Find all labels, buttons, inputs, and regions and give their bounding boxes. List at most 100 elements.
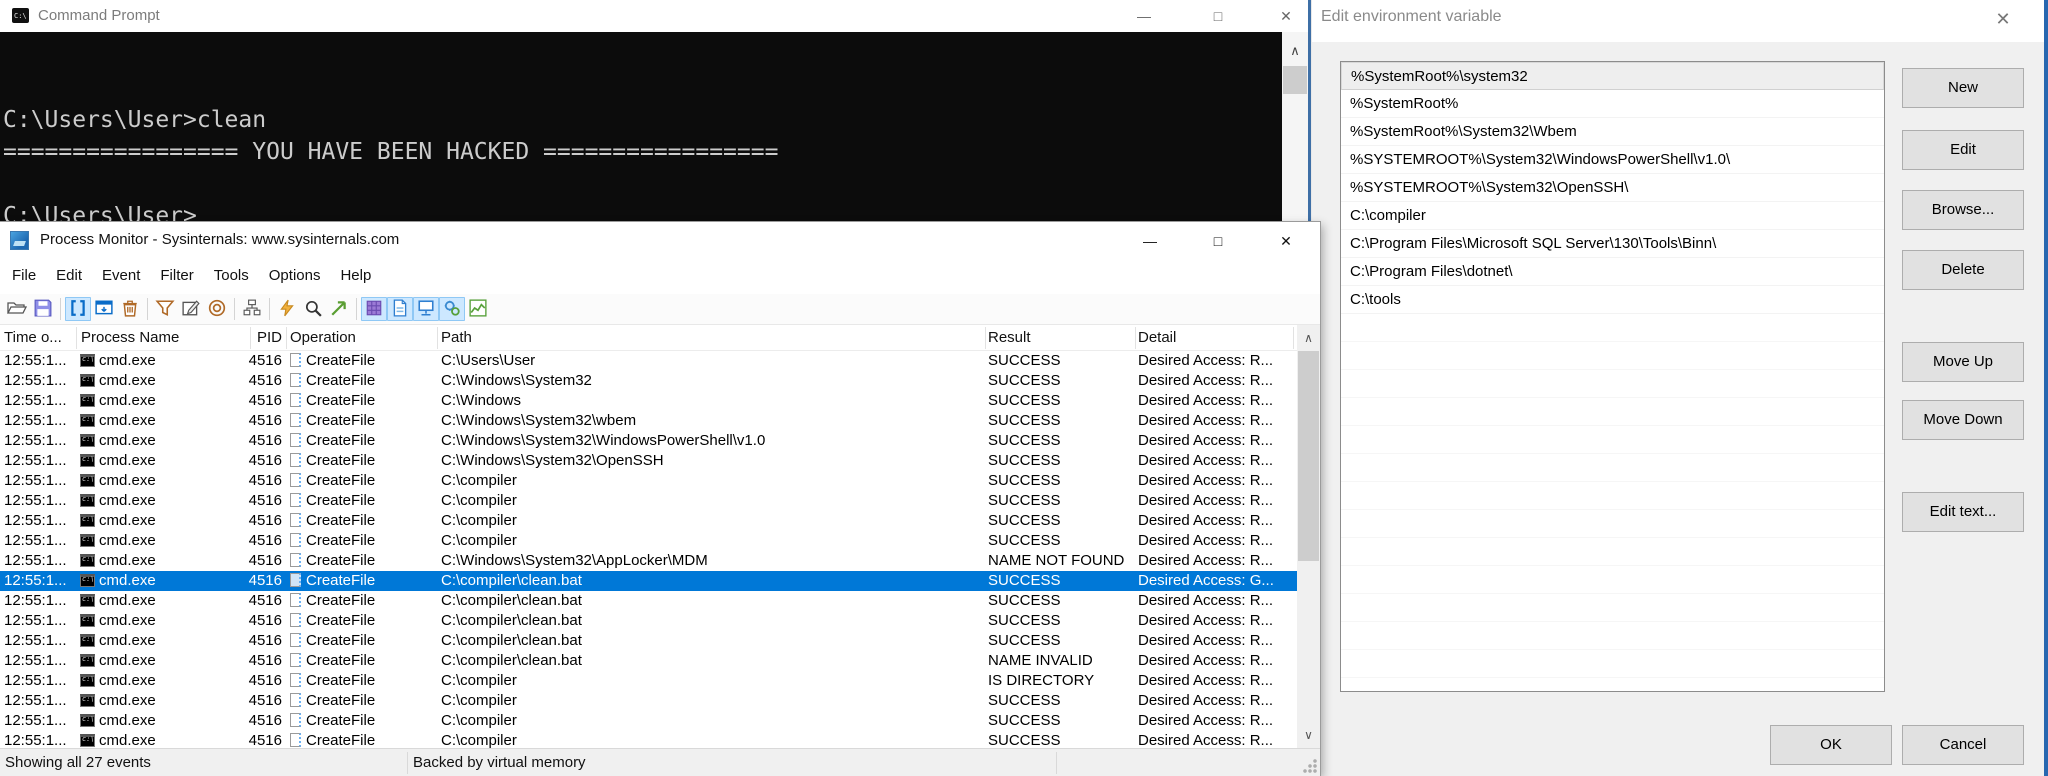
- table-row[interactable]: 12:55:1... cmd.exe4516 CreateFileC:\compil…: [0, 711, 1297, 731]
- table-row[interactable]: 12:55:1... cmd.exe4516 CreateFileC:\Window…: [0, 391, 1297, 411]
- column-header-process-name[interactable]: Process Name: [81, 329, 179, 346]
- edit-text-button[interactable]: Edit text...: [1902, 492, 2024, 532]
- show-network-activity-icon[interactable]: [413, 297, 439, 321]
- env-list-empty-row[interactable]: [1341, 594, 1884, 622]
- show-registry-activity-icon[interactable]: [361, 297, 387, 321]
- table-row[interactable]: 12:55:1... cmd.exe4516 CreateFileC:\compil…: [0, 731, 1297, 748]
- save-icon[interactable]: [30, 297, 56, 321]
- move-up-button[interactable]: Move Up: [1902, 342, 2024, 382]
- scroll-down-icon[interactable]: ∨: [1297, 722, 1320, 748]
- process-tree-icon[interactable]: [239, 297, 265, 321]
- clear-icon[interactable]: [117, 297, 143, 321]
- edit-button[interactable]: Edit: [1902, 130, 2024, 170]
- table-row[interactable]: 12:55:1... cmd.exe4516 CreateFileC:\compil…: [0, 571, 1297, 591]
- column-header-detail[interactable]: Detail: [1138, 329, 1176, 346]
- menu-item-file[interactable]: File: [2, 260, 46, 294]
- delete-button[interactable]: Delete: [1902, 250, 2024, 290]
- show-profiling-events-icon[interactable]: [465, 297, 491, 321]
- env-list-item[interactable]: C:\Program Files\Microsoft SQL Server\13…: [1341, 230, 1884, 258]
- menu-item-help[interactable]: Help: [330, 260, 381, 294]
- env-list-item[interactable]: %SYSTEMROOT%\System32\WindowsPowerShell\…: [1341, 146, 1884, 174]
- env-list-empty-row[interactable]: [1341, 538, 1884, 566]
- cmd-title-bar[interactable]: Command Prompt — □ ✕: [0, 0, 1308, 32]
- env-list-item[interactable]: %SystemRoot%\system32: [1341, 62, 1884, 90]
- table-row[interactable]: 12:55:1... cmd.exe4516 CreateFileC:\compil…: [0, 691, 1297, 711]
- find-icon[interactable]: [300, 297, 326, 321]
- env-list-empty-row[interactable]: [1341, 426, 1884, 454]
- maximize-icon[interactable]: □: [1194, 224, 1242, 258]
- boot-logging-icon[interactable]: [274, 297, 300, 321]
- menu-item-filter[interactable]: Filter: [150, 260, 203, 294]
- menu-item-tools[interactable]: Tools: [204, 260, 259, 294]
- table-row[interactable]: 12:55:1... cmd.exe4516 CreateFileC:\compil…: [0, 471, 1297, 491]
- minimize-icon[interactable]: —: [1126, 224, 1174, 258]
- highlight-icon[interactable]: [178, 297, 204, 321]
- table-row[interactable]: 12:55:1... cmd.exe4516 CreateFileC:\Users\…: [0, 351, 1297, 371]
- column-header-time[interactable]: Time o...: [4, 329, 62, 346]
- env-list-item[interactable]: %SystemRoot%\System32\Wbem: [1341, 118, 1884, 146]
- env-list-item[interactable]: C:\tools: [1341, 286, 1884, 314]
- include-process-icon[interactable]: [204, 297, 230, 321]
- open-icon[interactable]: [4, 297, 30, 321]
- column-header-operation[interactable]: Operation: [290, 329, 356, 346]
- dialog-title-bar[interactable]: Edit environment variable ✕: [1312, 0, 2044, 42]
- env-list-empty-row[interactable]: [1341, 342, 1884, 370]
- menu-item-edit[interactable]: Edit: [46, 260, 92, 294]
- menu-item-event[interactable]: Event: [92, 260, 150, 294]
- table-row[interactable]: 12:55:1... cmd.exe4516 CreateFileC:\compil…: [0, 611, 1297, 631]
- env-list-empty-row[interactable]: [1341, 482, 1884, 510]
- minimize-icon[interactable]: —: [1120, 0, 1168, 32]
- table-row[interactable]: 12:55:1... cmd.exe4516 CreateFileC:\Window…: [0, 371, 1297, 391]
- table-row[interactable]: 12:55:1... cmd.exe4516 CreateFileC:\compil…: [0, 531, 1297, 551]
- env-list-empty-row[interactable]: [1341, 398, 1884, 426]
- scroll-up-icon[interactable]: ∧: [1297, 325, 1320, 351]
- env-list-item[interactable]: %SYSTEMROOT%\System32\OpenSSH\: [1341, 174, 1884, 202]
- move-down-button[interactable]: Move Down: [1902, 400, 2024, 440]
- show-file-system-activity-icon[interactable]: [387, 297, 413, 321]
- table-row[interactable]: 12:55:1... cmd.exe4516 CreateFileC:\compil…: [0, 511, 1297, 531]
- column-header-path[interactable]: Path: [441, 329, 472, 346]
- show-process-thread-activity-icon[interactable]: [439, 297, 465, 321]
- scroll-up-icon[interactable]: ∧: [1282, 40, 1308, 62]
- menu-item-options[interactable]: Options: [259, 260, 331, 294]
- table-row[interactable]: 12:55:1... cmd.exe4516 CreateFileC:\Window…: [0, 551, 1297, 571]
- env-list-item[interactable]: C:\Program Files\dotnet\: [1341, 258, 1884, 286]
- browse-button[interactable]: Browse...: [1902, 190, 2024, 230]
- autoscroll-icon[interactable]: [91, 297, 117, 321]
- env-list-empty-row[interactable]: [1341, 314, 1884, 342]
- maximize-icon[interactable]: □: [1194, 0, 1242, 32]
- resize-grip-icon[interactable]: [1303, 759, 1317, 773]
- table-row[interactable]: 12:55:1... cmd.exe4516 CreateFileC:\compil…: [0, 671, 1297, 691]
- env-list-empty-row[interactable]: [1341, 370, 1884, 398]
- table-row[interactable]: 12:55:1... cmd.exe4516 CreateFileC:\Window…: [0, 451, 1297, 471]
- table-row[interactable]: 12:55:1... cmd.exe4516 CreateFileC:\compil…: [0, 491, 1297, 511]
- table-scrollbar[interactable]: ∧ ∨: [1297, 325, 1320, 748]
- close-icon[interactable]: ✕: [1988, 4, 2018, 34]
- new-button[interactable]: New: [1902, 68, 2024, 108]
- env-list-empty-row[interactable]: [1341, 510, 1884, 538]
- ok-button[interactable]: OK: [1770, 725, 1892, 765]
- close-icon[interactable]: ✕: [1262, 224, 1310, 258]
- column-header-pid[interactable]: PID: [248, 329, 282, 346]
- scrollbar-thumb[interactable]: [1298, 351, 1319, 561]
- environment-variable-list[interactable]: %SystemRoot%\system32 %SystemRoot% %System…: [1340, 61, 1885, 692]
- table-row[interactable]: 12:55:1... cmd.exe4516 CreateFileC:\compil…: [0, 591, 1297, 611]
- procmon-title-bar[interactable]: Process Monitor - Sysinternals: www.sysi…: [0, 222, 1320, 260]
- table-row[interactable]: 12:55:1... cmd.exe4516 CreateFileC:\Window…: [0, 431, 1297, 451]
- env-list-empty-row[interactable]: [1341, 454, 1884, 482]
- table-row[interactable]: 12:55:1... cmd.exe4516 CreateFileC:\compil…: [0, 651, 1297, 671]
- env-list-empty-row[interactable]: [1341, 622, 1884, 650]
- column-header-result[interactable]: Result: [988, 329, 1031, 346]
- scrollbar-thumb[interactable]: [1283, 66, 1307, 94]
- filter-icon[interactable]: [152, 297, 178, 321]
- table-row[interactable]: 12:55:1... cmd.exe4516 CreateFileC:\Window…: [0, 411, 1297, 431]
- env-list-item[interactable]: C:\compiler: [1341, 202, 1884, 230]
- capture-icon[interactable]: [65, 297, 91, 321]
- env-list-item[interactable]: %SystemRoot%: [1341, 90, 1884, 118]
- close-icon[interactable]: ✕: [1262, 0, 1310, 32]
- env-list-empty-row[interactable]: [1341, 650, 1884, 678]
- env-list-empty-row[interactable]: [1341, 566, 1884, 594]
- jump-to-icon[interactable]: [326, 297, 352, 321]
- cancel-button[interactable]: Cancel: [1902, 725, 2024, 765]
- table-row[interactable]: 12:55:1... cmd.exe4516 CreateFileC:\compil…: [0, 631, 1297, 651]
